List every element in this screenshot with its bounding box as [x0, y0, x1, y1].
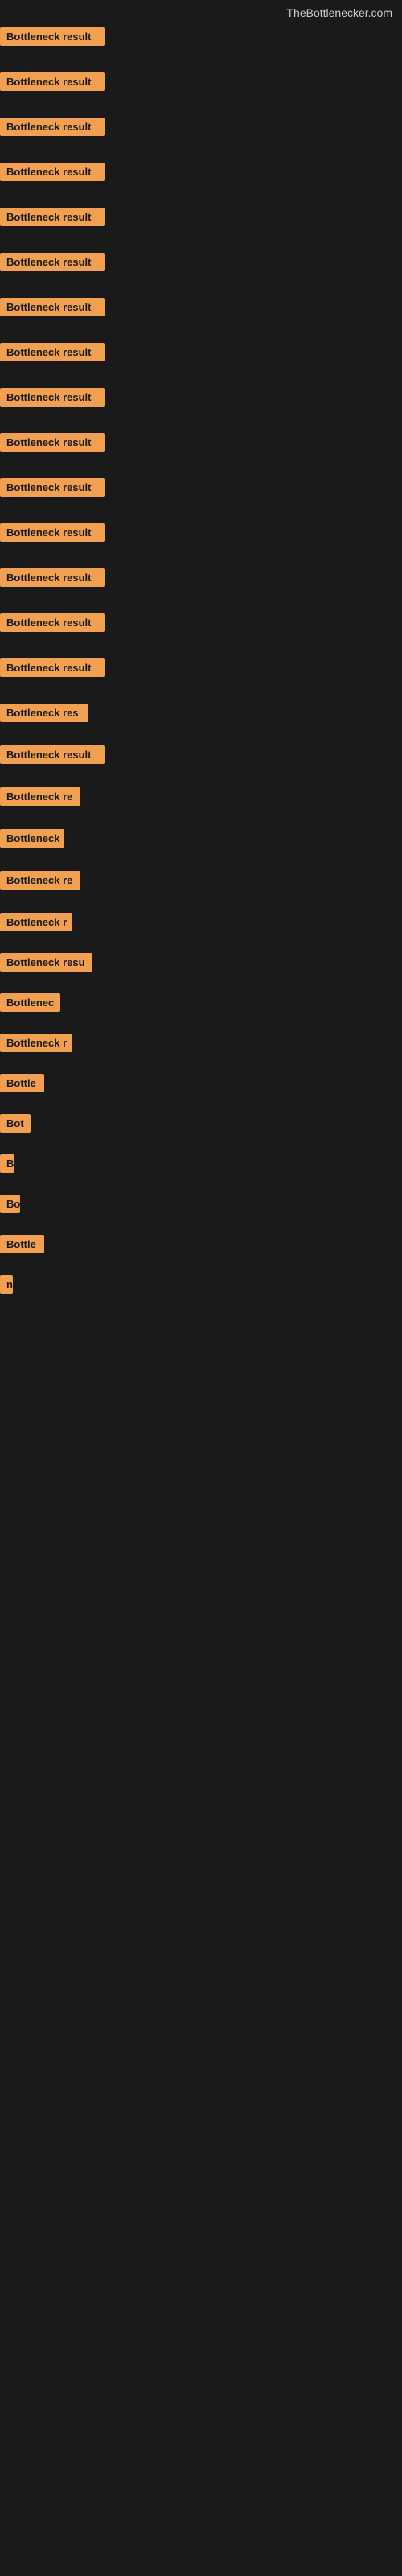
bottleneck-result-label[interactable]: Bottleneck result: [0, 208, 105, 226]
list-item: Bottleneck result: [0, 161, 402, 187]
list-item: Bottleneck result: [0, 206, 402, 232]
bottleneck-result-label[interactable]: Bottleneck result: [0, 478, 105, 497]
site-header: TheBottlenecker.com: [0, 0, 402, 23]
bottleneck-result-label[interactable]: Bottleneck result: [0, 343, 105, 361]
bottleneck-result-label[interactable]: Bottleneck result: [0, 745, 105, 764]
list-item: Bottleneck result: [0, 251, 402, 277]
bottleneck-result-label[interactable]: Bottleneck result: [0, 388, 105, 407]
bottleneck-result-label[interactable]: Bottleneck r: [0, 913, 72, 931]
list-item: Bottleneck result: [0, 522, 402, 547]
list-item: Bottleneck result: [0, 431, 402, 457]
bottleneck-result-label[interactable]: Bo: [0, 1195, 20, 1213]
list-item: Bottleneck re: [0, 786, 402, 811]
list-item: Bottleneck result: [0, 26, 402, 52]
list-item: Bo: [0, 1193, 402, 1219]
list-item: Bot: [0, 1113, 402, 1138]
bottleneck-list: Bottleneck result Bottleneck result Bottle…: [0, 23, 402, 1317]
bottleneck-result-label[interactable]: Bottle: [0, 1074, 44, 1092]
bottleneck-result-label[interactable]: Bottlenec: [0, 993, 60, 1012]
bottleneck-result-label[interactable]: Bottleneck re: [0, 871, 80, 890]
bottleneck-result-label[interactable]: Bottleneck: [0, 829, 64, 848]
bottleneck-result-label[interactable]: Bottleneck result: [0, 298, 105, 316]
list-item: Bottleneck result: [0, 341, 402, 367]
list-item: Bottle: [0, 1072, 402, 1098]
list-item: Bottleneck result: [0, 612, 402, 638]
list-item: Bottleneck: [0, 828, 402, 853]
bottleneck-result-label[interactable]: Bottleneck result: [0, 658, 105, 677]
bottleneck-result-label[interactable]: Bottleneck resu: [0, 953, 92, 972]
list-item: Bottleneck result: [0, 657, 402, 683]
list-item: Bottleneck result: [0, 567, 402, 592]
list-item: Bottlenec: [0, 992, 402, 1018]
bottleneck-result-label[interactable]: Bottleneck re: [0, 787, 80, 806]
list-item: Bottleneck result: [0, 744, 402, 770]
list-item: B: [0, 1153, 402, 1179]
list-item: Bottle: [0, 1233, 402, 1259]
bottleneck-result-label[interactable]: Bottleneck result: [0, 72, 105, 91]
list-item: Bottleneck result: [0, 296, 402, 322]
bottleneck-result-label[interactable]: B: [0, 1154, 14, 1173]
list-item: Bottleneck r: [0, 1032, 402, 1058]
bottleneck-result-label[interactable]: Bottle: [0, 1235, 44, 1253]
bottleneck-result-label[interactable]: Bottleneck result: [0, 163, 105, 181]
list-item: Bottleneck result: [0, 477, 402, 502]
list-item: Bottleneck result: [0, 71, 402, 97]
bottleneck-result-label[interactable]: Bottleneck r: [0, 1034, 72, 1052]
bottleneck-result-label[interactable]: Bottleneck result: [0, 118, 105, 136]
bottleneck-result-label[interactable]: Bottleneck result: [0, 568, 105, 587]
bottleneck-result-label[interactable]: Bottleneck result: [0, 27, 105, 46]
bottleneck-result-label[interactable]: Bottleneck res: [0, 704, 88, 722]
list-item: Bottleneck resu: [0, 952, 402, 977]
list-item: Bottleneck result: [0, 116, 402, 142]
list-item: Bottleneck r: [0, 911, 402, 937]
bottleneck-result-label[interactable]: Bottleneck result: [0, 523, 105, 542]
list-item: Bottleneck res: [0, 702, 402, 728]
bottleneck-result-label[interactable]: Bottleneck result: [0, 613, 105, 632]
bottleneck-result-label[interactable]: Bottleneck result: [0, 433, 105, 452]
site-title: TheBottlenecker.com: [0, 0, 402, 23]
list-item: n: [0, 1274, 402, 1299]
bottleneck-result-label[interactable]: n: [0, 1275, 13, 1294]
bottleneck-result-label[interactable]: Bottleneck result: [0, 253, 105, 271]
bottleneck-result-label[interactable]: Bot: [0, 1114, 31, 1133]
list-item: Bottleneck re: [0, 869, 402, 895]
list-item: Bottleneck result: [0, 386, 402, 412]
